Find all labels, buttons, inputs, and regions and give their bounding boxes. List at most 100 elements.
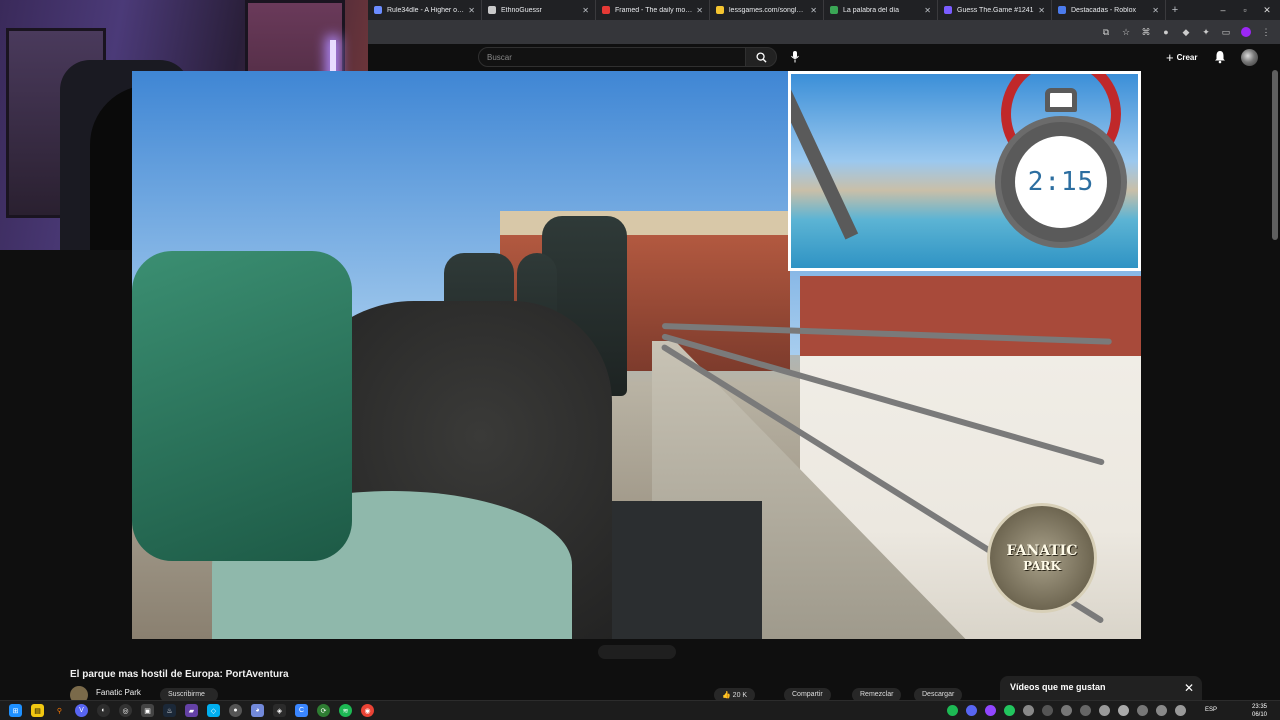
tray-app-icon[interactable] xyxy=(1042,705,1053,716)
tray-app-icon[interactable] xyxy=(1118,705,1129,716)
close-icon[interactable]: ✕ xyxy=(810,6,817,15)
create-button[interactable]: + Crear xyxy=(1166,50,1198,65)
browser-tab[interactable]: EthnoGuessr ✕ xyxy=(482,0,596,20)
browser-tab[interactable]: Framed - The daily movie gue✕ xyxy=(596,0,710,20)
search-button[interactable] xyxy=(745,47,777,67)
windows-taskbar: ⊞ ▤ ⚲ V ◐ ◎ ▣ ♨ ▰ ◇ ● ◕ ◈ C ⟳ ≋ ◉ ESP 23… xyxy=(0,700,1280,720)
search-icon[interactable]: ⚲ xyxy=(53,704,66,717)
extension-icon[interactable]: ● xyxy=(1160,26,1172,38)
favicon-icon xyxy=(944,6,952,14)
close-icon[interactable]: ✕ xyxy=(468,6,475,15)
profile-icon[interactable] xyxy=(1240,26,1252,38)
close-icon[interactable]: ✕ xyxy=(696,6,703,15)
browser-tab[interactable]: La palabra del día ✕ xyxy=(824,0,938,20)
bookmark-star-icon[interactable]: ☆ xyxy=(1120,26,1132,38)
clock-date: 06/10 xyxy=(1252,712,1268,718)
window-close-button[interactable]: ✕ xyxy=(1256,0,1278,20)
favicon-icon xyxy=(716,6,724,14)
close-icon[interactable]: ✕ xyxy=(1038,6,1045,15)
close-icon[interactable]: ✕ xyxy=(924,6,931,15)
browser-tab[interactable]: Guess The.Game #1241 ✕ xyxy=(938,0,1052,20)
tray-app-icon[interactable] xyxy=(1023,705,1034,716)
app-icon[interactable]: ▣ xyxy=(141,704,154,717)
account-avatar[interactable] xyxy=(1241,49,1258,66)
close-icon[interactable]: ✕ xyxy=(1152,6,1159,15)
app-icon[interactable]: ⟳ xyxy=(317,704,330,717)
player-controls-pill[interactable] xyxy=(598,645,676,659)
channel-logo: FANATIC PARK xyxy=(987,503,1097,613)
playlist-panel: Vídeos que me gustan ✕ xyxy=(1000,676,1202,700)
timer-inset: 2:15 xyxy=(788,71,1141,271)
video-player[interactable]: 2:15 FANATIC PARK xyxy=(132,71,1141,639)
app-icon[interactable]: ● xyxy=(229,704,242,717)
app-icon[interactable]: ◐ xyxy=(97,704,110,717)
microphone-icon xyxy=(791,51,799,63)
sidebar-icon[interactable]: ▭ xyxy=(1220,26,1232,38)
stopwatch-crown xyxy=(1045,88,1077,112)
new-tab-button[interactable]: + xyxy=(1168,4,1182,16)
puzzle-icon[interactable]: ✦ xyxy=(1200,26,1212,38)
scrollbar[interactable] xyxy=(1272,70,1278,240)
search-icon xyxy=(755,51,767,63)
app-icon[interactable]: V xyxy=(75,704,88,717)
close-icon[interactable]: ✕ xyxy=(582,6,589,15)
stopwatch-face: 2:15 xyxy=(1015,136,1107,228)
volume-icon[interactable] xyxy=(1175,705,1186,716)
spotify-icon[interactable]: ≋ xyxy=(339,704,352,717)
twitch-icon[interactable]: ▰ xyxy=(185,704,198,717)
favicon-icon xyxy=(602,6,610,14)
logo-text: PARK xyxy=(1023,559,1061,573)
tray-spotify-icon[interactable] xyxy=(947,705,958,716)
tray-app-icon[interactable] xyxy=(985,705,996,716)
coaster-restraint xyxy=(132,251,352,561)
steam-icon[interactable]: ♨ xyxy=(163,704,176,717)
youtube-header: Buscar + Crear xyxy=(368,44,1280,71)
countdown-timer: 2:15 xyxy=(1027,167,1095,197)
favicon-icon xyxy=(1058,6,1066,14)
favicon-icon xyxy=(488,6,496,14)
search-input[interactable]: Buscar xyxy=(478,47,746,67)
logo-text: FANATIC xyxy=(1006,543,1078,559)
bell-icon xyxy=(1215,51,1225,64)
browser-tab-bar: Rule34dle - A Higher or Lowe✕ EthnoGuess… xyxy=(368,0,1280,20)
voice-search-button[interactable] xyxy=(788,49,802,65)
extension-icon[interactable]: ⌘ xyxy=(1140,26,1152,38)
app-icon[interactable]: ◈ xyxy=(273,704,286,717)
tray-app-icon[interactable] xyxy=(1137,705,1148,716)
app-icon[interactable]: ◎ xyxy=(119,704,132,717)
tray-app-icon[interactable] xyxy=(1004,705,1015,716)
close-icon[interactable]: ✕ xyxy=(1184,682,1194,694)
menu-dots-icon[interactable]: ⋮ xyxy=(1260,26,1272,38)
browser-tab[interactable]: Destacadas - Roblox ✕ xyxy=(1052,0,1166,20)
start-icon[interactable]: ⊞ xyxy=(9,704,22,717)
language-indicator[interactable]: ESP xyxy=(1205,707,1217,713)
notes-icon[interactable]: ▤ xyxy=(31,704,44,717)
notifications-button[interactable] xyxy=(1214,50,1226,64)
maximize-button[interactable]: ▫ xyxy=(1234,0,1256,20)
coaster-track xyxy=(791,88,859,240)
favicon-icon xyxy=(374,6,382,14)
install-icon[interactable]: ⧉ xyxy=(1100,26,1112,38)
browser-toolbar: ⧉ ☆ ⌘ ● ◆ ✦ ▭ ⋮ xyxy=(368,20,1280,44)
system-clock[interactable]: 23:35 06/10 xyxy=(1252,703,1267,719)
tray-app-icon[interactable] xyxy=(1080,705,1091,716)
channel-name[interactable]: Fanatic Park xyxy=(96,688,141,697)
app-icon[interactable]: ◇ xyxy=(207,704,220,717)
extension-icon[interactable]: ◆ xyxy=(1180,26,1192,38)
video-title: El parque mas hostil de Europa: PortAven… xyxy=(70,669,289,680)
screen: Rule34dle - A Higher or Lowe✕ EthnoGuess… xyxy=(0,0,1280,720)
browser-tab[interactable]: Rule34dle - A Higher or Lowe✕ xyxy=(368,0,482,20)
tray-app-icon[interactable] xyxy=(1061,705,1072,716)
chrome-icon[interactable]: ◉ xyxy=(361,704,374,717)
plus-icon: + xyxy=(1166,50,1174,65)
stopwatch-body: 2:15 xyxy=(995,116,1127,248)
stopwatch-icon: 2:15 xyxy=(995,88,1127,252)
tray-app-icon[interactable] xyxy=(966,705,977,716)
playlist-title: Vídeos que me gustan xyxy=(1010,682,1106,692)
tray-app-icon[interactable] xyxy=(1099,705,1110,716)
minimize-button[interactable]: – xyxy=(1212,0,1234,20)
wifi-icon[interactable] xyxy=(1156,705,1167,716)
browser-tab[interactable]: lessgames.com/songless ✕ xyxy=(710,0,824,20)
app-icon[interactable]: C xyxy=(295,704,308,717)
discord-icon[interactable]: ◕ xyxy=(251,704,264,717)
